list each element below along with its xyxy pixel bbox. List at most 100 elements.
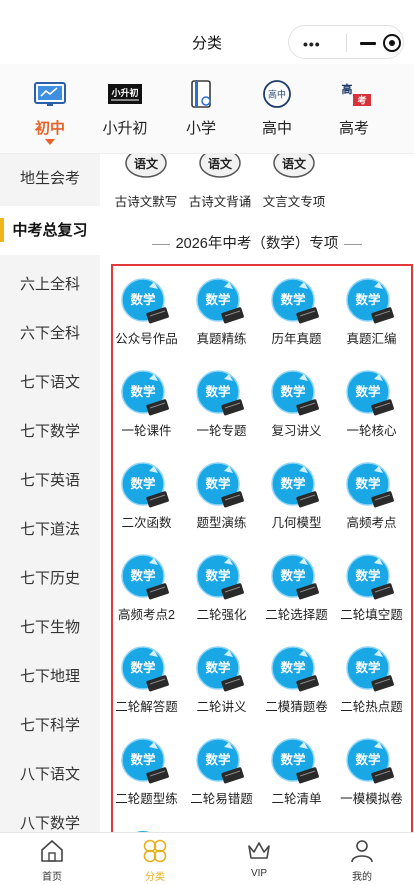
- math-subject-icon: 数学: [346, 370, 394, 416]
- grid-item[interactable]: 数学 二轮题型练: [109, 737, 184, 829]
- category-icon: [143, 839, 167, 863]
- grid-item[interactable]: 数学 二轮清单: [259, 737, 334, 829]
- level-tab-primary[interactable]: 小学: [166, 64, 236, 154]
- sidebar-item[interactable]: 七下语文: [0, 358, 100, 407]
- math-subject-icon: 数学: [271, 370, 319, 416]
- grid-item-label: 二轮讲义: [196, 700, 247, 714]
- sidebar-item[interactable]: 七下英语: [0, 456, 100, 505]
- grid-item[interactable]: 数学 复习讲义: [259, 369, 334, 461]
- grid-item[interactable]: 数学 二轮解答题: [109, 645, 184, 737]
- home-icon: [41, 840, 63, 862]
- close-circle-icon[interactable]: [383, 34, 401, 52]
- grid-item[interactable]: 数学 二轮讲义: [184, 645, 259, 737]
- tab-vip[interactable]: VIP: [207, 833, 311, 885]
- grid-item[interactable]: 数学高频考点: [334, 461, 409, 553]
- app-page: { "header": { "title": "分类", "more_glyph…: [0, 0, 414, 885]
- crown-icon: [248, 842, 270, 859]
- level-tab-gaokao[interactable]: 高 考 高考: [319, 64, 389, 154]
- svg-text:数学: 数学: [129, 384, 156, 399]
- svg-text:数学: 数学: [129, 752, 156, 767]
- grid-item-label: 高频考点: [346, 516, 397, 530]
- grid-item[interactable]: 数学一轮课件: [109, 369, 184, 461]
- math-items-grid: 数学 公众号作品 数学 真题精练 数学 历年真题 数学 真题汇编 数学 一轮课件 数学 一轮专题 数学复…: [111, 264, 413, 832]
- sidebar-item[interactable]: 七下道法: [0, 505, 100, 554]
- tab-category[interactable]: 分类: [103, 833, 207, 885]
- chinese-subject-icon: 语文: [199, 154, 241, 178]
- grid-item[interactable]: 数学 高频考点2: [109, 553, 184, 645]
- section-title: 2026年中考（数学）专项: [100, 232, 414, 253]
- sidebar-item[interactable]: 六上全科: [0, 260, 100, 309]
- svg-text:高中: 高中: [268, 89, 286, 100]
- level-label: 高考: [338, 120, 369, 137]
- grid-item[interactable]: 数学 二轮热点题: [334, 645, 409, 737]
- svg-text:数学: 数学: [354, 476, 381, 491]
- grid-item[interactable]: 数学公众号作品: [109, 277, 184, 369]
- grid-item[interactable]: 数学一轮核心: [334, 369, 409, 461]
- sidebar-item[interactable]: 地生会考: [0, 154, 100, 203]
- math-subject-icon: 数学: [271, 554, 319, 600]
- sidebar-item[interactable]: 八下语文: [0, 750, 100, 799]
- grid-item[interactable]: 数学 二轮易错题: [184, 737, 259, 829]
- grid-item[interactable]: 数学 题型演练: [184, 461, 259, 553]
- top-item[interactable]: 语文 古诗文背诵: [182, 154, 258, 214]
- grid-item-label: 二轮强化: [196, 608, 247, 622]
- sidebar-item[interactable]: 七下历史: [0, 554, 100, 603]
- level-tab-senior[interactable]: 高中 高中: [242, 64, 312, 154]
- grid-item[interactable]: 数学 真题精练: [184, 277, 259, 369]
- tab-label: 首页: [42, 872, 62, 883]
- grid-item[interactable]: 数学 几何模型: [259, 461, 334, 553]
- math-subject-icon: 数学: [196, 554, 244, 600]
- math-subject-icon: 数学: [196, 738, 244, 784]
- math-subject-icon: 数学: [346, 646, 394, 692]
- svg-text:数学: 数学: [354, 568, 381, 583]
- sidebar-item-active[interactable]: 中考总复习: [0, 206, 100, 255]
- level-tab-primary-to-junior[interactable]: 小升初 小升初: [90, 64, 160, 154]
- svg-text:数学: 数学: [129, 292, 156, 307]
- top-item[interactable]: 语文 古诗文默写: [108, 154, 184, 214]
- grid-item[interactable]: 数学 二轮强化: [184, 553, 259, 645]
- top-item-label: 文言文专项: [262, 195, 326, 209]
- tab-home[interactable]: 首页: [0, 833, 104, 885]
- svg-text:数学: 数学: [129, 660, 156, 675]
- tab-mine[interactable]: 我的: [310, 833, 414, 885]
- more-icon[interactable]: •••: [303, 36, 321, 52]
- sidebar-item[interactable]: 七下科学: [0, 701, 100, 750]
- svg-text:小升初: 小升初: [110, 87, 138, 98]
- math-subject-icon: 数学: [271, 738, 319, 784]
- grid-item[interactable]: 数学 真题汇编: [334, 277, 409, 369]
- grid-item-label: 一轮课件: [121, 424, 172, 438]
- level-label: 小升初: [102, 120, 148, 137]
- sidebar-item[interactable]: 七下生物: [0, 603, 100, 652]
- svg-text:数学: 数学: [279, 384, 306, 399]
- svg-text:数学: 数学: [204, 292, 231, 307]
- math-subject-icon: 数学: [196, 278, 244, 324]
- grid-item[interactable]: 数学 一轮专题: [184, 369, 259, 461]
- sidebar-item[interactable]: 七下数学: [0, 407, 100, 456]
- math-subject-icon: 数学: [196, 462, 244, 508]
- level-tab-junior[interactable]: 初中: [15, 64, 85, 154]
- minimize-icon[interactable]: [360, 42, 376, 45]
- active-caret-icon: [45, 139, 55, 145]
- svg-text:数学: 数学: [279, 476, 306, 491]
- sidebar-item[interactable]: 七下地理: [0, 652, 100, 701]
- grid-item-label: 二次函数: [121, 516, 172, 530]
- math-subject-icon: 数学: [121, 462, 169, 508]
- sidebar-item[interactable]: 六下全科: [0, 309, 100, 358]
- banner-icon: 小升初: [108, 84, 142, 104]
- math-subject-icon: 数学: [346, 462, 394, 508]
- top-item[interactable]: 语文 文言文专项: [256, 154, 332, 214]
- grid-item-label: 历年真题: [271, 332, 322, 346]
- grid-item[interactable]: 数学 二次函数: [109, 461, 184, 553]
- grid-item[interactable]: 数学 二模猜题卷: [259, 645, 334, 737]
- svg-text:数学: 数学: [279, 752, 306, 767]
- grid-item[interactable]: 数学 一模模拟卷: [334, 737, 409, 829]
- grid-item[interactable]: 数学 二轮填空题: [334, 553, 409, 645]
- chinese-items-row: 语文 古诗文默写 语文 古诗文背诵 语文 文言文专项: [100, 154, 414, 214]
- grid-item[interactable]: 数学 历年真题: [259, 277, 334, 369]
- svg-text:数学: 数学: [354, 384, 381, 399]
- grid-item[interactable]: 数学 二轮选择题: [259, 553, 334, 645]
- tab-label: VIP: [250, 868, 268, 879]
- sidebar-item[interactable]: 八下数学: [0, 799, 100, 832]
- grid-item-label: 一轮核心: [346, 424, 397, 438]
- grid-item-label: 公众号作品: [115, 332, 178, 346]
